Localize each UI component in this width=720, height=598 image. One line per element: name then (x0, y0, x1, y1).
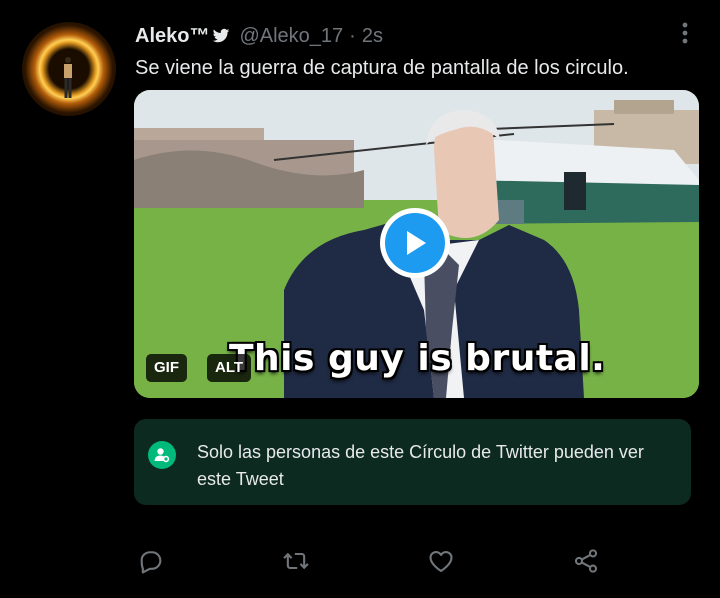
retweet-button[interactable] (281, 546, 311, 576)
circle-notice: Solo las personas de este Círculo de Twi… (134, 419, 691, 505)
tweet[interactable]: Aleko™ @Aleko_17 · 2s Se viene la guerra… (0, 0, 720, 598)
tweet-header: Aleko™ @Aleko_17 · 2s (135, 24, 383, 48)
gif-caption: This guy is brutal. (229, 338, 606, 379)
avatar[interactable] (22, 22, 116, 116)
share-button[interactable] (571, 546, 601, 576)
tweet-text: Se viene la guerra de captura de pantall… (135, 57, 629, 79)
timestamp[interactable]: 2s (362, 25, 383, 48)
alt-text-badge[interactable]: ALT (207, 354, 252, 382)
like-icon (429, 550, 453, 572)
handle[interactable]: @Aleko_17 (239, 25, 343, 48)
twitter-bird-icon (213, 28, 230, 43)
like-button[interactable] (426, 546, 456, 576)
gif-badge: GIF (146, 354, 187, 382)
gif-media[interactable]: This guy is brutal. GIF ALT (134, 90, 699, 398)
play-button[interactable] (380, 208, 450, 278)
separator: · (349, 24, 356, 47)
avatar-person-figure (64, 57, 72, 98)
play-icon (385, 213, 445, 273)
tweet-actions (0, 540, 720, 580)
reply-icon (140, 551, 162, 574)
more-vertical-icon (682, 22, 688, 44)
display-name[interactable]: Aleko™ (135, 25, 209, 48)
retweet-icon (283, 552, 309, 570)
circle-notice-text: Solo las personas de este Círculo de Twi… (197, 442, 644, 489)
share-icon (574, 549, 598, 573)
circle-people-icon (148, 441, 176, 469)
more-options-button[interactable] (672, 20, 698, 46)
reply-button[interactable] (136, 546, 166, 576)
